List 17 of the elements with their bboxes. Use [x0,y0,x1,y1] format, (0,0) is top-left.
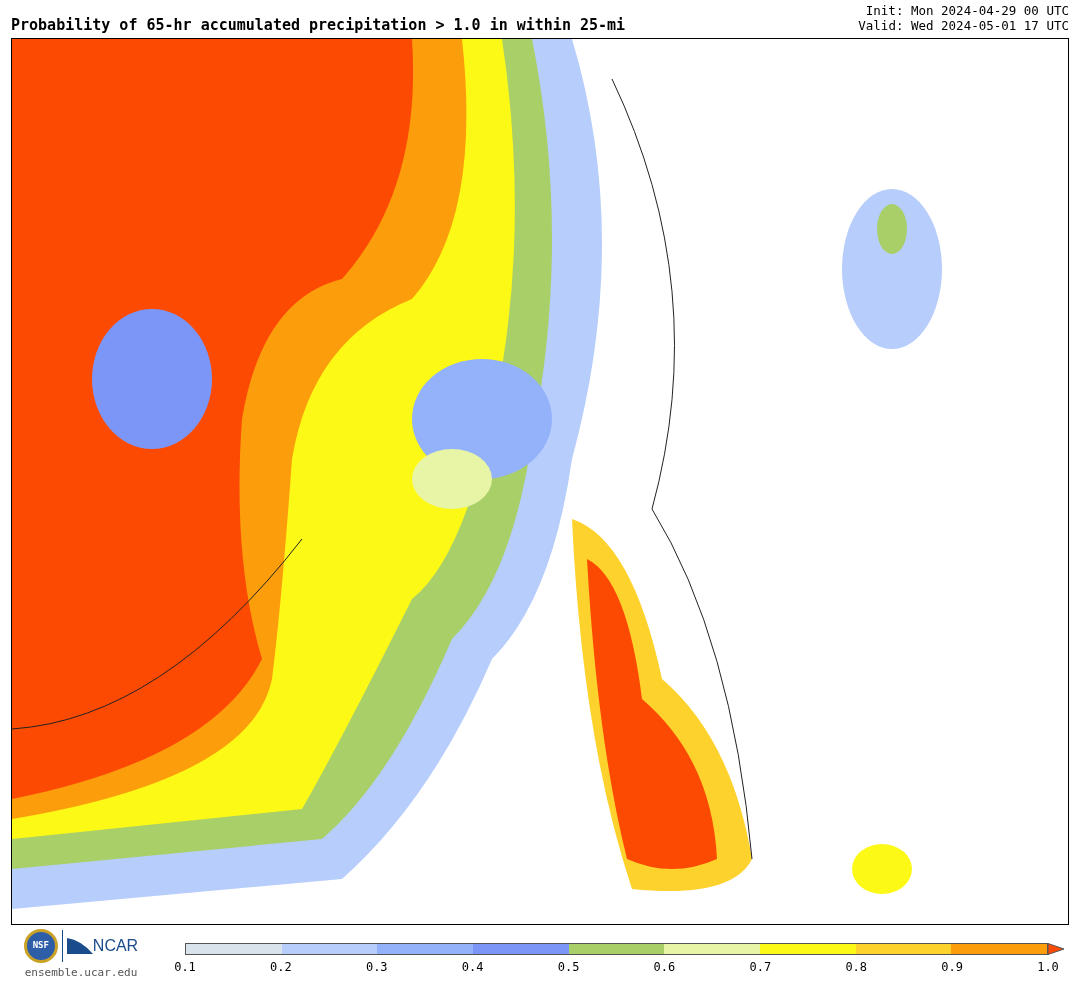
tick-label: 0.7 [749,959,772,976]
tick-label: 0.1 [174,959,196,976]
tick-label: 0.6 [653,959,676,976]
valid-time: Valid: Wed 2024-05-01 17 UTC [858,18,1069,33]
tick-label: 0.4 [461,959,484,976]
init-time: Init: Mon 2024-04-29 00 UTC [865,3,1069,18]
tick-label: 1.0 [1037,959,1059,976]
chart-title: Probability of 65-hr accumulated precipitation > 1.0 in within 25-mi [11,18,626,33]
tick-label: 0.3 [365,959,388,976]
tick-label: 0.2 [270,959,292,976]
tick-label: 0.9 [941,959,963,976]
ncar-logo-text: NCAR [92,936,139,956]
tick-label: 0.5 [557,959,580,976]
website-url: ensemble.ucar.edu [24,965,138,981]
ncar-mark-icon [66,936,93,956]
tick-label: 0.8 [845,959,868,976]
nsf-logo: NSF [23,929,58,963]
